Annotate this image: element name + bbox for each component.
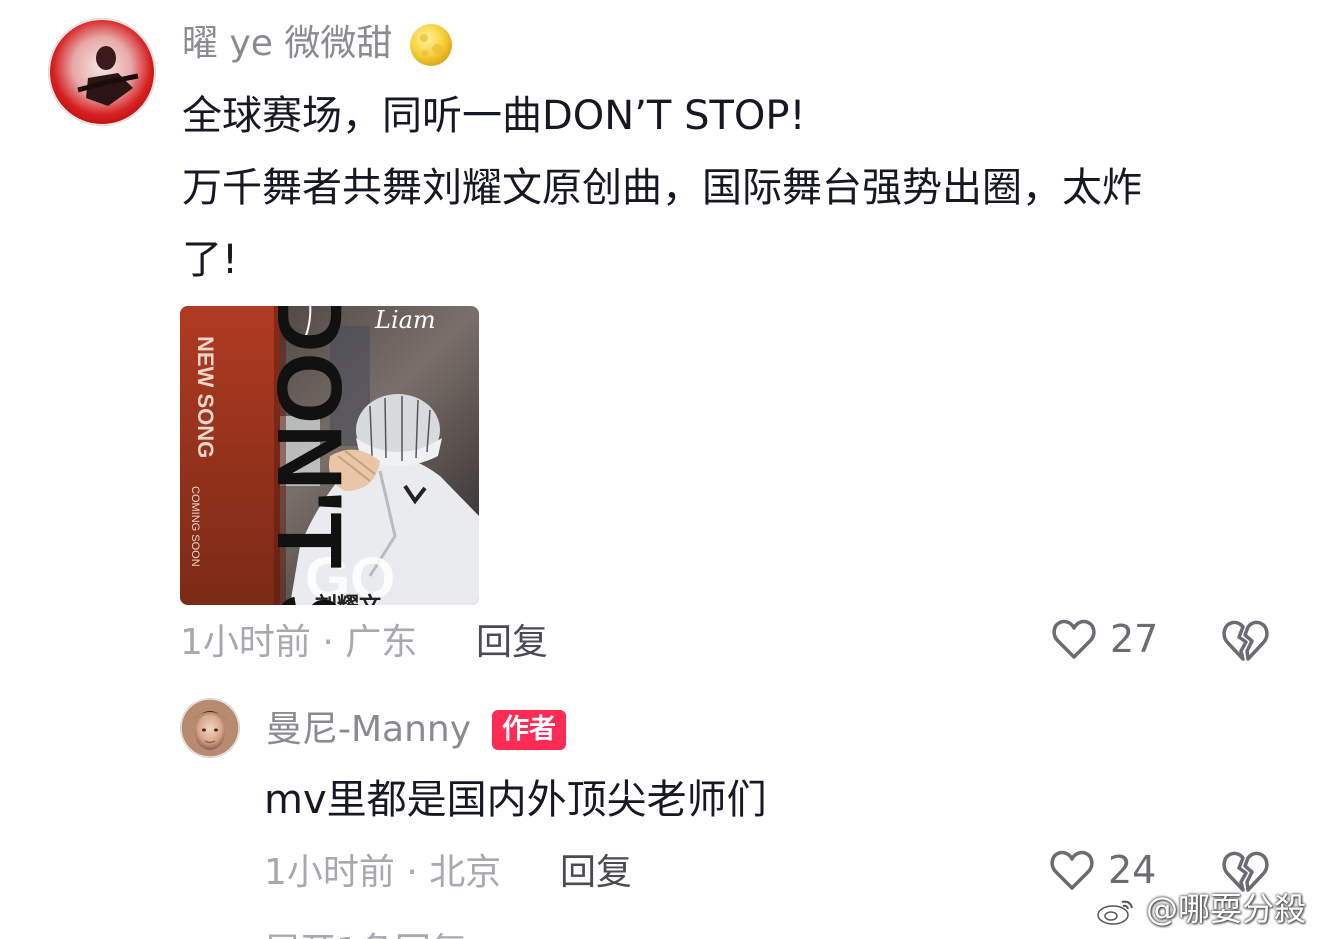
broken-heart-icon — [1220, 620, 1270, 669]
reply-button[interactable]: 回复 — [476, 620, 548, 666]
dislike-button[interactable] — [1220, 615, 1270, 665]
weibo-logo-icon — [1096, 896, 1136, 926]
moon-emoji-icon — [408, 22, 454, 68]
reply-meta: 1小时前 · 北京 — [264, 852, 502, 893]
comment-image[interactable]: GO 刘耀文 Liam DON'T STO NEW SONG COMING SO… — [180, 306, 479, 605]
comment-text-line-2: 万千舞者共舞刘耀文原创曲，国际舞台强势出圈，太炸 — [182, 165, 1142, 211]
like-count: 27 — [1110, 617, 1159, 661]
poster-coming-soon: COMING SOON — [189, 486, 201, 567]
poster-title: DON'T STO — [258, 306, 360, 605]
watermark-text: @哪耍分殺 — [1145, 890, 1306, 928]
like-button[interactable]: 27 — [1050, 615, 1158, 663]
expand-replies-partial[interactable]: 展开1条回复 — [264, 922, 564, 939]
reply-text: mv里都是国内外顶尖老师们 — [264, 777, 767, 823]
comment-text-line-3: 了! — [182, 237, 239, 283]
comment-text-line-1: 全球赛场，同听一曲DON’T STOP! — [182, 93, 806, 139]
commenter-username[interactable]: 曜 ye 微微甜 — [182, 20, 454, 68]
poster-new-song: NEW SONG — [193, 336, 218, 458]
username-text[interactable]: 曜 ye 微微甜 — [182, 23, 392, 64]
reply-reply-button[interactable]: 回复 — [560, 850, 632, 896]
watermark: @哪耍分殺 — [1096, 884, 1306, 930]
author-badge: 作者 — [492, 710, 566, 750]
heart-icon — [1050, 615, 1098, 663]
commenter-avatar[interactable] — [48, 18, 156, 126]
poster-signature: Liam — [374, 306, 436, 334]
comment-meta: 1小时前 · 广东 — [180, 622, 418, 663]
expand-replies-text[interactable]: 展开1条回复 — [264, 922, 564, 939]
reply-username[interactable]: 曼尼-Manny — [266, 706, 471, 754]
reply-author-avatar[interactable] — [180, 698, 240, 758]
heart-icon — [1048, 846, 1096, 894]
